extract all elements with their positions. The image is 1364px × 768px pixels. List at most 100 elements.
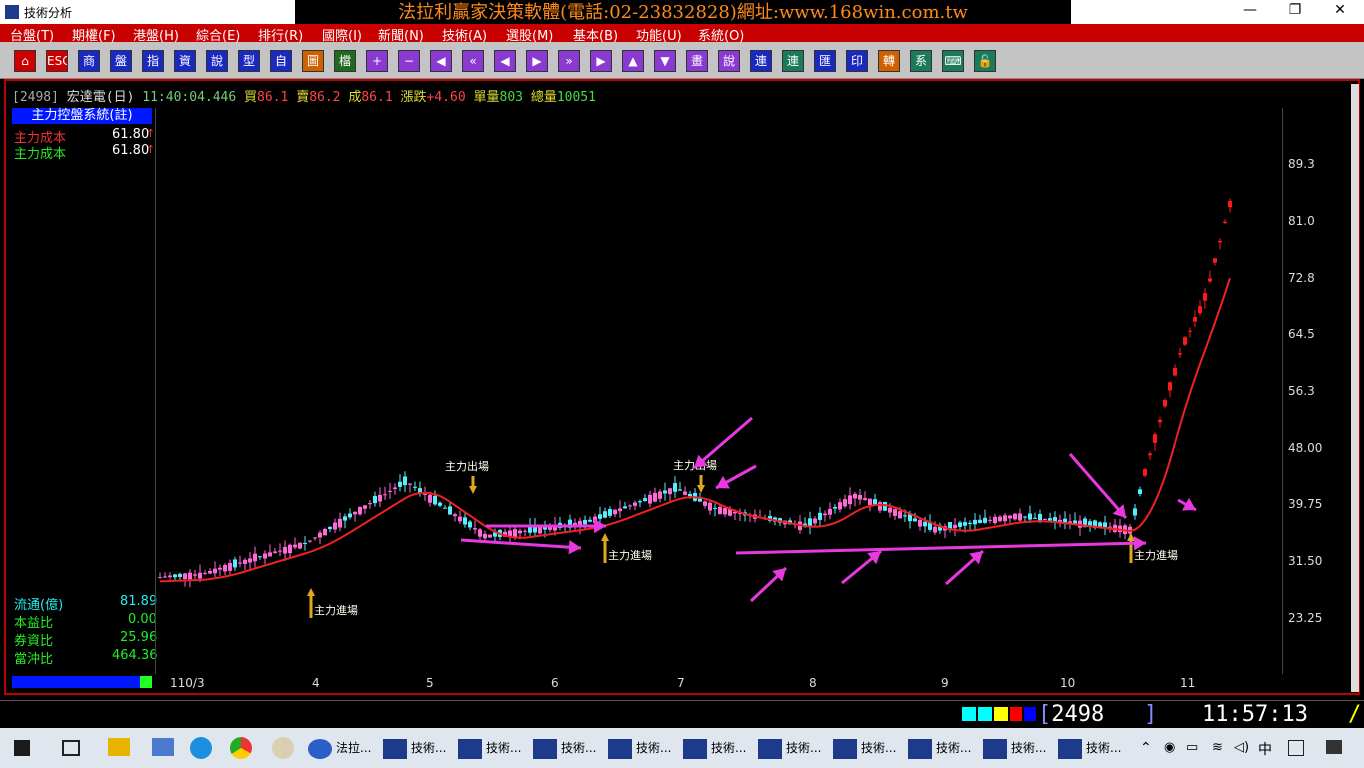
chrome-icon[interactable] — [230, 737, 252, 759]
signal-label: 主力出場 — [445, 459, 489, 473]
toolbar-button[interactable]: + — [366, 50, 388, 72]
taskbar-app[interactable]: 技術... — [1058, 732, 1130, 764]
computer-icon[interactable] — [152, 738, 174, 756]
file-explorer-icon[interactable] — [108, 738, 130, 756]
status-swatch — [978, 707, 992, 721]
scrollbar[interactable] — [1351, 84, 1359, 692]
ie-icon[interactable] — [190, 737, 212, 759]
toolbar-button[interactable]: 畫 — [686, 50, 708, 72]
toolbar-button[interactable]: 連 — [750, 50, 772, 72]
candle — [473, 528, 477, 530]
paint-icon[interactable] — [272, 737, 294, 759]
candlestick-chart[interactable]: 主力進場主力出場主力進場主力出場主力進場 — [156, 108, 1282, 674]
candle — [673, 483, 677, 492]
toolbar-button[interactable]: 連 — [782, 50, 804, 72]
candle — [808, 518, 812, 527]
toolbar-button[interactable]: ▶ — [590, 50, 612, 72]
toolbar-button[interactable]: 指 — [142, 50, 164, 72]
taskbar-app[interactable]: 技術... — [983, 732, 1055, 764]
toolbar-button[interactable]: ▲ — [622, 50, 644, 72]
taskbar-app[interactable]: 技術... — [383, 732, 455, 764]
toolbar-button[interactable]: ⌂ — [14, 50, 36, 72]
toolbar-button[interactable]: » — [558, 50, 580, 72]
toolbar-button[interactable]: 說 — [206, 50, 228, 72]
taskbar-app[interactable]: 法拉... — [308, 732, 380, 764]
toolbar-button[interactable]: 匯 — [814, 50, 836, 72]
taskbar-app-label: 技術... — [1086, 741, 1122, 755]
toolbar-button[interactable]: ⌨ — [942, 50, 964, 72]
tray-icon[interactable]: ▭ — [1186, 740, 1198, 755]
status-bar: [2498 ] 11:57:13 / — [0, 700, 1364, 729]
candle — [723, 508, 727, 515]
x-tick-label: 8 — [809, 676, 817, 690]
tray-chevron-icon[interactable]: ⌃ — [1140, 740, 1152, 756]
toolbar-button[interactable]: − — [398, 50, 420, 72]
toolbar-button[interactable]: ◀ — [430, 50, 452, 72]
candle — [303, 543, 307, 545]
toolbar-button[interactable]: 檔 — [334, 50, 356, 72]
tray-icon[interactable]: ◉ — [1164, 740, 1175, 755]
taskbar-app[interactable]: 技術... — [908, 732, 980, 764]
candle — [1153, 434, 1157, 443]
toolbar-button[interactable]: 圖 — [302, 50, 324, 72]
minimize-button[interactable]: — — [1230, 2, 1270, 18]
task-view-icon[interactable] — [62, 740, 80, 756]
taskbar-app[interactable]: 技術... — [608, 732, 680, 764]
candle — [583, 519, 587, 525]
candle — [198, 572, 202, 579]
toolbar-button[interactable]: 說 — [718, 50, 740, 72]
candle — [618, 508, 622, 512]
taskbar-app-label: 技術... — [936, 741, 972, 755]
taskbar-app[interactable]: 技術... — [533, 732, 605, 764]
volume-icon[interactable]: ◁) — [1234, 740, 1249, 755]
volume-value: 803 — [499, 90, 523, 105]
toolbar-button[interactable]: 商 — [78, 50, 100, 72]
candle — [1148, 453, 1152, 456]
toolbar-button[interactable]: 轉 — [878, 50, 900, 72]
total-label: 總量 — [530, 90, 557, 105]
restore-button[interactable]: ❐ — [1275, 2, 1315, 18]
drawing-arrow — [735, 541, 1147, 555]
windows-start-icon[interactable] — [14, 740, 30, 756]
candle — [328, 526, 332, 530]
candle — [1048, 518, 1052, 521]
candle — [388, 490, 392, 492]
toolbar-button[interactable]: 資 — [174, 50, 196, 72]
toolbar-button[interactable]: 盤 — [110, 50, 132, 72]
close-button[interactable]: ✕ — [1320, 2, 1360, 18]
toolbar-button[interactable]: 系 — [910, 50, 932, 72]
taskbar-app[interactable]: 技術... — [833, 732, 905, 764]
candle — [313, 537, 317, 539]
taskbar-app[interactable]: 技術... — [758, 732, 830, 764]
candle — [1008, 515, 1012, 519]
candle — [1003, 515, 1007, 522]
toolbar-button[interactable]: « — [462, 50, 484, 72]
toolbar-button[interactable]: ◀ — [494, 50, 516, 72]
toolbar-button[interactable]: ▶ — [526, 50, 548, 72]
toolbar-button[interactable]: 🔓 — [974, 50, 996, 72]
taskbar-app[interactable]: 技術... — [458, 732, 530, 764]
candle — [658, 491, 662, 499]
candle — [383, 494, 387, 496]
candle — [903, 515, 907, 517]
toolbar-button[interactable]: ▼ — [654, 50, 676, 72]
toolbar-button[interactable]: 印 — [846, 50, 868, 72]
toolbar-button[interactable]: ESC — [46, 50, 68, 72]
ime-indicator[interactable]: 中 — [1258, 739, 1272, 759]
candle — [1178, 353, 1182, 355]
scroll-track[interactable] — [12, 676, 140, 688]
candle — [413, 486, 417, 488]
candle — [1018, 513, 1022, 521]
toolbar-button[interactable]: 型 — [238, 50, 260, 72]
candle — [823, 513, 827, 516]
scroll-thumb[interactable] — [140, 676, 152, 688]
x-tick-label: 5 — [426, 676, 434, 690]
ime-mode-icon[interactable] — [1288, 740, 1304, 756]
notification-icon[interactable] — [1326, 740, 1342, 754]
candle — [933, 526, 937, 533]
taskbar-app[interactable]: 技術... — [683, 732, 755, 764]
candle — [488, 534, 492, 538]
toolbar-button[interactable]: 自 — [270, 50, 292, 72]
wifi-icon[interactable]: ≋ — [1212, 740, 1223, 755]
candle — [218, 567, 222, 570]
